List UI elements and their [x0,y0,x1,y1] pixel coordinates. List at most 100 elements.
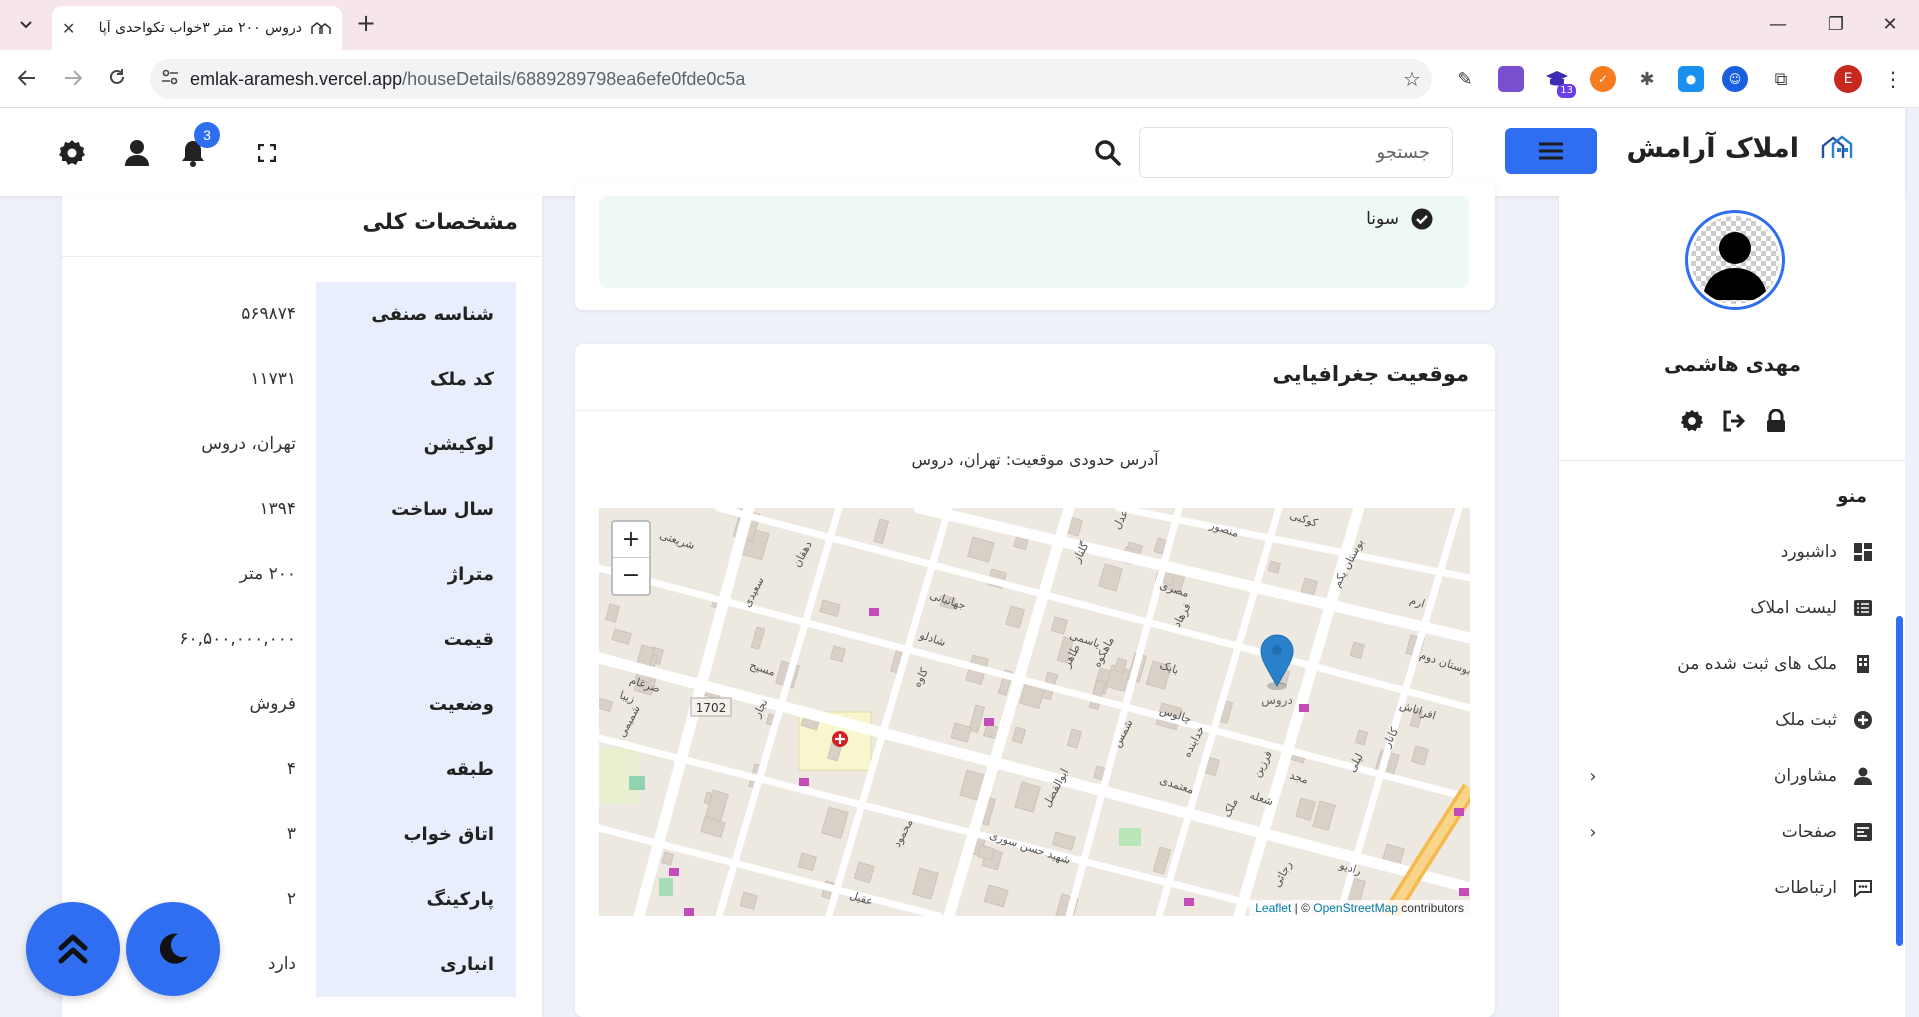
browser-tab-active[interactable]: دروس ۲۰۰ متر ۳خواب تکواحدی آپا ✕ [52,6,342,50]
spec-row: وضعیت فروش [62,672,542,737]
user-avatar[interactable] [1685,210,1785,310]
profile-avatar[interactable]: E [1834,65,1862,93]
settings-button[interactable] [55,136,89,170]
sidebar-item-label: ثبت ملک [1775,710,1837,730]
plus-circle-icon [1851,708,1875,732]
road-shield-label: 1702 [696,701,727,715]
sidebar-item-add-property[interactable]: ثبت ملک [1575,702,1875,738]
forward-button[interactable] [58,64,88,94]
blue-extension-icon[interactable]: ☺ [1722,66,1748,92]
user-icon [125,140,149,166]
spec-key: سال ساخت [316,477,516,542]
bookmark-star-icon[interactable]: ☆ [1392,67,1432,91]
amenities-card: سونا [575,182,1495,310]
spec-key: شناسه صنفی [316,282,516,347]
spec-value: ۱۳۹۴ [259,499,296,519]
double-chevron-up-icon [58,934,88,964]
brand[interactable]: املاک آرامش [1627,128,1857,168]
sidebar-item-dashboard[interactable]: داشبورد [1575,534,1875,570]
hamburger-icon [1539,142,1563,160]
gear-icon [59,140,85,165]
graduation-cap-extension-icon[interactable]: 13 [1544,66,1576,98]
browser-toolbar: emlak-aramesh.vercel.app/houseDetails/68… [0,50,1919,108]
drop-extension-icon[interactable]: ● [1678,66,1704,92]
sidebar-toggle-button[interactable] [1505,128,1597,174]
spec-row: اتاق خواب ۳ [62,802,542,867]
map-attribution: Leaflet | © OpenStreetMap contributors [1249,900,1470,916]
sidebar-item-property-list[interactable]: لیست املاک [1575,590,1875,626]
eyedropper-extension-icon[interactable]: ✎ [1452,66,1478,92]
user-profile-button[interactable] [120,136,154,170]
search-button[interactable] [1091,136,1125,170]
fullscreen-button[interactable] [250,136,284,170]
spec-value: فروش [249,694,296,714]
spec-key: کد ملک [316,347,516,412]
zoom-control: + − [611,520,651,596]
site-info-icon[interactable] [150,69,190,89]
spec-key: لوکیشن [316,412,516,477]
sidebar-item-label: مشاوران [1773,766,1837,786]
close-window-button[interactable]: ✕ [1860,10,1919,40]
sidebar-item-label: ارتباطات [1774,878,1837,898]
back-button[interactable] [12,64,42,94]
browser-menu-icon[interactable]: ⋮ [1880,64,1906,94]
sidebar-item-pages[interactable]: صفحات ‹ [1575,814,1875,850]
bug-extension-icon[interactable]: ✱ [1634,66,1660,92]
osm-link[interactable]: OpenStreetMap [1313,901,1398,915]
sidebar-item-communications[interactable]: ارتباطات [1575,870,1875,906]
zoom-in-button[interactable]: + [613,522,649,558]
spec-row: کد ملک ۱۱۷۳۱ [62,347,542,412]
sidebar: مهدی هاشمی منو داشبورد لیست املاک ملک ها… [1558,196,1906,1017]
notifications-button[interactable]: 3 [176,122,220,170]
spec-key: انباری [316,932,516,997]
spec-row: طبقه ۴ [62,737,542,802]
spec-value: ۶۰,۵۰۰,۰۰۰,۰۰۰ [179,629,296,649]
spec-key: پارکینگ [316,867,516,932]
spec-row: متراژ ۲۰۰ متر [62,542,542,607]
brand-logo-icon [1817,128,1857,168]
address-bar[interactable]: emlak-aramesh.vercel.app/houseDetails/68… [150,59,1432,99]
site-favicon-icon [310,19,332,37]
sidebar-scrollbar[interactable] [1896,616,1903,946]
tab-search-button[interactable] [12,12,40,38]
close-tab-icon[interactable]: ✕ [62,19,75,38]
spec-key: قیمت [316,607,516,672]
chevron-left-icon: ‹ [1589,821,1597,843]
sidebar-divider [1559,460,1906,461]
url-text: emlak-aramesh.vercel.app/houseDetails/68… [190,68,746,89]
notification-count-badge: 3 [194,122,220,148]
restore-button[interactable]: ❐ [1806,10,1866,40]
specs-card: مشخصات کلی شناسه صنفی ۵۶۹۸۷۴ کد ملک ۱۱۷۳۱ لو… [62,196,542,1017]
list-icon [1851,596,1875,620]
pages-icon [1851,820,1875,844]
gear-icon[interactable] [1679,408,1705,434]
spec-value: ۲۰۰ متر [239,564,296,584]
reload-icon [110,69,124,84]
browser-tab-bar: دروس ۲۰۰ متر ۳خواب تکواحدی آپا ✕ + — ❐ ✕ [0,0,1919,50]
leaflet-link[interactable]: Leaflet [1255,901,1291,915]
sidebar-item-my-properties[interactable]: ملک های ثبت شده من [1575,646,1875,682]
scroll-to-top-button[interactable] [26,902,120,996]
minimize-button[interactable]: — [1748,10,1808,40]
amenity-item: سونا [1366,208,1433,230]
reload-button[interactable] [102,64,132,94]
logout-icon[interactable] [1721,408,1747,434]
spec-row: شناسه صنفی ۵۶۹۸۷۴ [62,282,542,347]
sidebar-item-consultants[interactable]: مشاوران ‹ [1575,758,1875,794]
map[interactable]: 1702 شریعتی دهقان کوکبی عدل منصور گلناز مصری فر… [599,508,1470,916]
map-tiles: 1702 شریعتی دهقانکوکبیعدل منصورگلنازمصریفر… [599,508,1470,916]
orange-extension-icon[interactable]: ✓ [1590,66,1616,92]
sidebar-item-label: ملک های ثبت شده من [1677,654,1837,674]
purple-extension-icon[interactable] [1498,66,1524,92]
lock-icon[interactable] [1763,408,1789,434]
dark-mode-toggle[interactable] [126,902,220,996]
spec-value: تهران، دروس [201,434,296,454]
users-icon [1851,764,1875,788]
new-tab-button[interactable]: + [352,10,380,38]
search-input[interactable] [1139,127,1453,178]
zoom-out-button[interactable]: − [613,558,649,594]
spec-key: طبقه [316,737,516,802]
extensions-puzzle-icon[interactable]: ⧉ [1768,66,1794,92]
spec-row: سال ساخت ۱۳۹۴ [62,477,542,542]
spec-key: متراژ [316,542,516,607]
